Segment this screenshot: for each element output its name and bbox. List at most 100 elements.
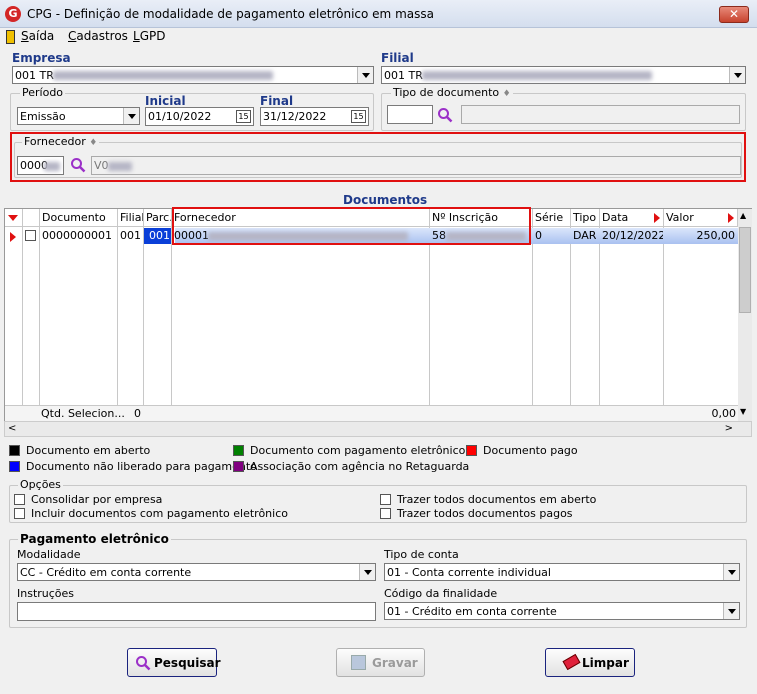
total-valor: 0,00 [711,407,737,420]
inicial-date-input[interactable]: 01/10/2022 15 [145,107,254,126]
col-filial[interactable]: Filial [118,209,144,227]
documentos-title: Documentos [343,193,428,207]
empresa-select[interactable]: 001 TR [12,66,374,84]
grid-check-header[interactable] [23,209,40,227]
periodo-select[interactable]: Emissão [17,107,140,125]
col-data[interactable]: Data [600,209,664,227]
pesquisar-button[interactable]: Pesquisar [127,648,220,677]
title-bar: G CPG - Definição de modalidade de pagam… [0,0,757,28]
cell-documento[interactable]: 0000000001 [42,228,117,244]
horizontal-scrollbar[interactable]: < > [4,421,752,437]
col-valor[interactable]: Valor [664,209,738,227]
cell-tipo[interactable]: DAR [573,228,599,244]
app-logo-icon: G [5,6,21,22]
close-button[interactable]: ✕ [719,6,749,23]
search-icon [136,656,151,671]
row-pointer-icon [10,232,16,242]
scroll-down-icon: ▼ [740,407,747,416]
grid-indicator-header[interactable] [5,209,23,227]
incluir-pagamento-label[interactable]: Incluir documentos com pagamento eletrôn… [31,507,288,520]
trazer-aberto-label[interactable]: Trazer todos documentos em aberto [397,493,596,506]
modalidade-select[interactable]: CC - Crédito em conta corrente [17,563,376,581]
tipo-documento-code-input[interactable] [387,105,433,124]
cell-parc[interactable]: 001 [144,228,171,244]
trazer-aberto-checkbox[interactable] [380,494,391,505]
menu-cadastros[interactable]: Cadastros [68,28,128,44]
limpar-button[interactable]: Limpar [545,648,635,677]
legend-label: Documento com pagamento eletrônico [250,444,466,457]
row-checkbox[interactable] [25,230,36,241]
vertical-scrollbar[interactable]: ▲ ▼ [738,209,752,421]
legend-black-swatch [9,445,20,456]
search-icon[interactable] [437,107,453,123]
chevron-down-icon [359,564,375,580]
scroll-up-icon: ▲ [740,211,747,220]
consolidar-label[interactable]: Consolidar por empresa [31,493,162,506]
eraser-icon [562,653,581,671]
scroll-thumb[interactable] [739,227,751,313]
filial-select[interactable]: 001 TR [381,66,746,84]
trazer-pagos-checkbox[interactable] [380,508,391,519]
col-tipo[interactable]: Tipo [571,209,600,227]
col-parc[interactable]: Parc. [144,209,172,227]
menu-lgpd[interactable]: LGPD [133,28,165,44]
legend-label: Documento não liberado para pagamento [26,460,257,473]
chevron-down-icon [729,67,745,83]
consolidar-checkbox[interactable] [14,494,25,505]
menu-saida[interactable]: Saída [21,28,54,44]
legend-red-swatch [466,445,477,456]
scroll-right-icon: > [724,423,733,434]
grid-footer: Qtd. Selecion... 0 0,00 [5,405,738,421]
qtd-selecionados-value: 0 [134,407,141,420]
incluir-pagamento-checkbox[interactable] [14,508,25,519]
gravar-button[interactable]: Gravar [336,648,425,677]
empresa-value: 001 TR [15,69,54,82]
final-label: Final [260,94,294,108]
menu-bar: Saída Cadastros LGPD [0,28,757,46]
legend-blue-swatch [9,461,20,472]
cell-filial[interactable]: 001 [120,228,143,244]
documentos-grid: Documento Filial Parc. Fornecedor Nº Ins… [4,207,752,421]
fornecedor-inscricao-highlight [172,207,531,245]
save-disk-icon [351,655,366,670]
legend-purple-swatch [233,461,244,472]
col-serie[interactable]: Série [533,209,571,227]
exit-door-icon [6,30,15,44]
fornecedor-description: V0 [91,156,741,175]
col-documento[interactable]: Documento [40,209,118,227]
calendar-icon[interactable]: 15 [236,110,251,123]
tipo-documento-description [461,105,740,124]
legend-label: Documento pago [483,444,578,457]
modalidade-label: Modalidade [17,548,81,561]
chevron-down-icon [723,564,739,580]
opcoes-title: Opções [18,478,63,491]
fornecedor-code-input[interactable]: 0000 [17,156,64,175]
chevron-down-icon [723,603,739,619]
filial-label: Filial [381,51,414,65]
calendar-icon[interactable]: 15 [351,110,366,123]
pin-icon: ♦ [502,89,511,99]
search-icon[interactable] [70,157,86,173]
legend-label: Associação com agência no Retaguarda [250,460,470,473]
pin-icon: ♦ [89,138,98,148]
periodo-value: Emissão [20,110,66,123]
tipo-conta-label: Tipo de conta [384,548,459,561]
tipo-documento-label: Tipo de documento ♦ [391,86,513,99]
sort-right-icon [728,213,734,223]
final-date-input[interactable]: 31/12/2022 15 [260,107,369,126]
cell-valor[interactable]: 250,00 [665,228,736,244]
scroll-left-icon: < [8,423,17,434]
instrucoes-input[interactable] [17,602,376,621]
finalidade-select[interactable]: 01 - Crédito em conta corrente [384,602,740,620]
inicial-label: Inicial [145,94,186,108]
window-title: CPG - Definição de modalidade de pagamen… [27,7,434,21]
qtd-selecionados-label: Qtd. Selecion... [41,407,125,420]
sort-right-icon [654,213,660,223]
fornecedor-label: Fornecedor ♦ [22,135,100,148]
cell-data[interactable]: 20/12/2022 [602,228,663,244]
cell-serie[interactable]: 0 [535,228,570,244]
pagamento-title: Pagamento eletrônico [18,532,171,546]
tipo-conta-select[interactable]: 01 - Conta corrente individual [384,563,740,581]
trazer-pagos-label[interactable]: Trazer todos documentos pagos [397,507,573,520]
chevron-down-icon [357,67,373,83]
